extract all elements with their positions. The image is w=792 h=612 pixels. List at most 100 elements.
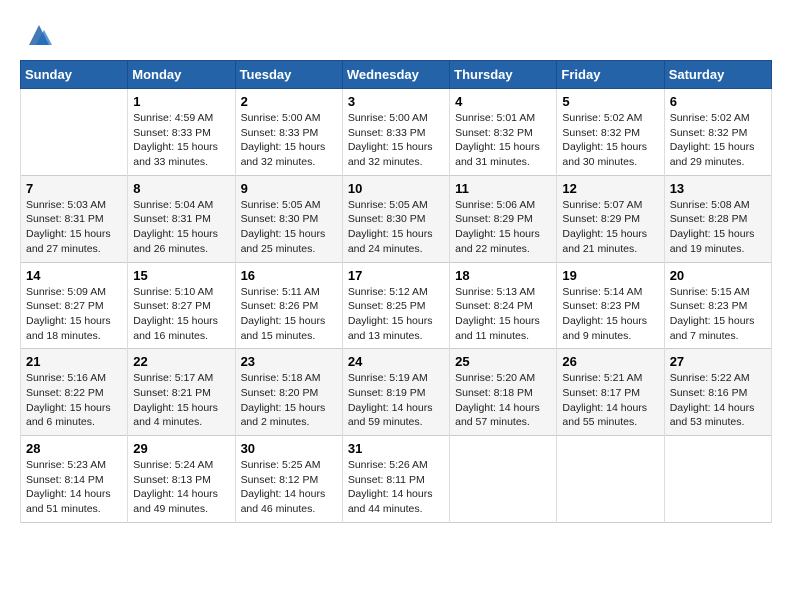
day-info: Sunrise: 5:18 AM Sunset: 8:20 PM Dayligh… <box>241 371 337 430</box>
calendar-cell <box>450 436 557 523</box>
calendar-cell: 4 Sunrise: 5:01 AM Sunset: 8:32 PM Daylig… <box>450 89 557 176</box>
day-info: Sunrise: 5:13 AM Sunset: 8:24 PM Dayligh… <box>455 285 551 344</box>
calendar-cell: 29 Sunrise: 5:24 AM Sunset: 8:13 PM Dayli… <box>128 436 235 523</box>
day-info: Sunrise: 5:20 AM Sunset: 8:18 PM Dayligh… <box>455 371 551 430</box>
calendar-cell: 3 Sunrise: 5:00 AM Sunset: 8:33 PM Daylig… <box>342 89 449 176</box>
day-info: Sunrise: 5:07 AM Sunset: 8:29 PM Dayligh… <box>562 198 658 257</box>
day-info: Sunrise: 5:12 AM Sunset: 8:25 PM Dayligh… <box>348 285 444 344</box>
day-number: 27 <box>670 354 766 369</box>
day-number: 5 <box>562 94 658 109</box>
calendar-cell: 26 Sunrise: 5:21 AM Sunset: 8:17 PM Dayli… <box>557 349 664 436</box>
day-info: Sunrise: 5:03 AM Sunset: 8:31 PM Dayligh… <box>26 198 122 257</box>
day-number: 9 <box>241 181 337 196</box>
day-number: 13 <box>670 181 766 196</box>
day-info: Sunrise: 5:15 AM Sunset: 8:23 PM Dayligh… <box>670 285 766 344</box>
day-info: Sunrise: 5:05 AM Sunset: 8:30 PM Dayligh… <box>241 198 337 257</box>
day-number: 7 <box>26 181 122 196</box>
day-info: Sunrise: 5:26 AM Sunset: 8:11 PM Dayligh… <box>348 458 444 517</box>
calendar-cell: 19Sunrise: 5:14 AM Sunset: 8:23 PM Dayli… <box>557 262 664 349</box>
day-number: 6 <box>670 94 766 109</box>
calendar-cell <box>21 89 128 176</box>
day-info: Sunrise: 5:17 AM Sunset: 8:21 PM Dayligh… <box>133 371 229 430</box>
calendar-cell: 15 Sunrise: 5:10 AM Sunset: 8:27 PM Dayli… <box>128 262 235 349</box>
calendar-cell: 31 Sunrise: 5:26 AM Sunset: 8:11 PM Dayli… <box>342 436 449 523</box>
calendar-cell: 12 Sunrise: 5:07 AM Sunset: 8:29 PM Dayli… <box>557 175 664 262</box>
day-info: Sunrise: 5:02 AM Sunset: 8:32 PM Dayligh… <box>670 111 766 170</box>
day-info: Sunrise: 5:16 AM Sunset: 8:22 PM Dayligh… <box>26 371 122 430</box>
calendar-week-row: 14Sunrise: 5:09 AM Sunset: 8:27 PM Dayli… <box>21 262 772 349</box>
day-info: Sunrise: 5:19 AM Sunset: 8:19 PM Dayligh… <box>348 371 444 430</box>
calendar-cell: 27 Sunrise: 5:22 AM Sunset: 8:16 PM Dayli… <box>664 349 771 436</box>
day-info: Sunrise: 5:00 AM Sunset: 8:33 PM Dayligh… <box>241 111 337 170</box>
calendar-cell: 1 Sunrise: 4:59 AM Sunset: 8:33 PM Daylig… <box>128 89 235 176</box>
day-number: 28 <box>26 441 122 456</box>
day-number: 20 <box>670 268 766 283</box>
day-info: Sunrise: 5:00 AM Sunset: 8:33 PM Dayligh… <box>348 111 444 170</box>
calendar-cell: 21Sunrise: 5:16 AM Sunset: 8:22 PM Dayli… <box>21 349 128 436</box>
calendar-week-row: 7 Sunrise: 5:03 AM Sunset: 8:31 PM Daylig… <box>21 175 772 262</box>
day-number: 1 <box>133 94 229 109</box>
day-number: 24 <box>348 354 444 369</box>
day-number: 26 <box>562 354 658 369</box>
day-info: Sunrise: 5:02 AM Sunset: 8:32 PM Dayligh… <box>562 111 658 170</box>
logo <box>20 20 54 50</box>
day-number: 18 <box>455 268 551 283</box>
day-number: 23 <box>241 354 337 369</box>
weekday-header-tuesday: Tuesday <box>235 61 342 89</box>
calendar-cell: 9 Sunrise: 5:05 AM Sunset: 8:30 PM Daylig… <box>235 175 342 262</box>
calendar-cell: 24 Sunrise: 5:19 AM Sunset: 8:19 PM Dayli… <box>342 349 449 436</box>
calendar-cell: 11 Sunrise: 5:06 AM Sunset: 8:29 PM Dayli… <box>450 175 557 262</box>
weekday-header-friday: Friday <box>557 61 664 89</box>
day-number: 11 <box>455 181 551 196</box>
logo-icon <box>24 20 54 50</box>
calendar-cell <box>664 436 771 523</box>
day-info: Sunrise: 5:08 AM Sunset: 8:28 PM Dayligh… <box>670 198 766 257</box>
day-number: 10 <box>348 181 444 196</box>
calendar-cell <box>557 436 664 523</box>
day-info: Sunrise: 5:24 AM Sunset: 8:13 PM Dayligh… <box>133 458 229 517</box>
calendar-week-row: 28 Sunrise: 5:23 AM Sunset: 8:14 PM Dayli… <box>21 436 772 523</box>
calendar-cell: 22 Sunrise: 5:17 AM Sunset: 8:21 PM Dayli… <box>128 349 235 436</box>
day-number: 15 <box>133 268 229 283</box>
calendar-cell: 20 Sunrise: 5:15 AM Sunset: 8:23 PM Dayli… <box>664 262 771 349</box>
day-info: Sunrise: 5:23 AM Sunset: 8:14 PM Dayligh… <box>26 458 122 517</box>
day-info: Sunrise: 5:11 AM Sunset: 8:26 PM Dayligh… <box>241 285 337 344</box>
day-number: 8 <box>133 181 229 196</box>
day-info: Sunrise: 5:09 AM Sunset: 8:27 PM Dayligh… <box>26 285 122 344</box>
day-info: Sunrise: 5:22 AM Sunset: 8:16 PM Dayligh… <box>670 371 766 430</box>
calendar-cell: 25 Sunrise: 5:20 AM Sunset: 8:18 PM Dayli… <box>450 349 557 436</box>
day-number: 4 <box>455 94 551 109</box>
calendar-week-row: 21Sunrise: 5:16 AM Sunset: 8:22 PM Dayli… <box>21 349 772 436</box>
weekday-header-saturday: Saturday <box>664 61 771 89</box>
calendar-cell: 16 Sunrise: 5:11 AM Sunset: 8:26 PM Dayli… <box>235 262 342 349</box>
weekday-header-monday: Monday <box>128 61 235 89</box>
day-info: Sunrise: 5:04 AM Sunset: 8:31 PM Dayligh… <box>133 198 229 257</box>
calendar-cell: 14Sunrise: 5:09 AM Sunset: 8:27 PM Dayli… <box>21 262 128 349</box>
weekday-header-wednesday: Wednesday <box>342 61 449 89</box>
day-number: 17 <box>348 268 444 283</box>
day-number: 31 <box>348 441 444 456</box>
day-number: 29 <box>133 441 229 456</box>
day-info: Sunrise: 5:01 AM Sunset: 8:32 PM Dayligh… <box>455 111 551 170</box>
calendar-cell: 17 Sunrise: 5:12 AM Sunset: 8:25 PM Dayli… <box>342 262 449 349</box>
day-info: Sunrise: 5:10 AM Sunset: 8:27 PM Dayligh… <box>133 285 229 344</box>
day-info: Sunrise: 5:14 AM Sunset: 8:23 PM Dayligh… <box>562 285 658 344</box>
day-number: 25 <box>455 354 551 369</box>
weekday-header-row: SundayMondayTuesdayWednesdayThursdayFrid… <box>21 61 772 89</box>
day-number: 3 <box>348 94 444 109</box>
calendar-cell: 8 Sunrise: 5:04 AM Sunset: 8:31 PM Daylig… <box>128 175 235 262</box>
weekday-header-thursday: Thursday <box>450 61 557 89</box>
day-info: Sunrise: 5:25 AM Sunset: 8:12 PM Dayligh… <box>241 458 337 517</box>
day-info: Sunrise: 5:06 AM Sunset: 8:29 PM Dayligh… <box>455 198 551 257</box>
calendar-cell: 28 Sunrise: 5:23 AM Sunset: 8:14 PM Dayli… <box>21 436 128 523</box>
calendar-cell: 30 Sunrise: 5:25 AM Sunset: 8:12 PM Dayli… <box>235 436 342 523</box>
day-info: Sunrise: 4:59 AM Sunset: 8:33 PM Dayligh… <box>133 111 229 170</box>
calendar-cell: 2Sunrise: 5:00 AM Sunset: 8:33 PM Daylig… <box>235 89 342 176</box>
calendar-cell: 5 Sunrise: 5:02 AM Sunset: 8:32 PM Daylig… <box>557 89 664 176</box>
day-number: 16 <box>241 268 337 283</box>
day-number: 30 <box>241 441 337 456</box>
day-number: 12 <box>562 181 658 196</box>
day-info: Sunrise: 5:05 AM Sunset: 8:30 PM Dayligh… <box>348 198 444 257</box>
day-number: 22 <box>133 354 229 369</box>
day-info: Sunrise: 5:21 AM Sunset: 8:17 PM Dayligh… <box>562 371 658 430</box>
